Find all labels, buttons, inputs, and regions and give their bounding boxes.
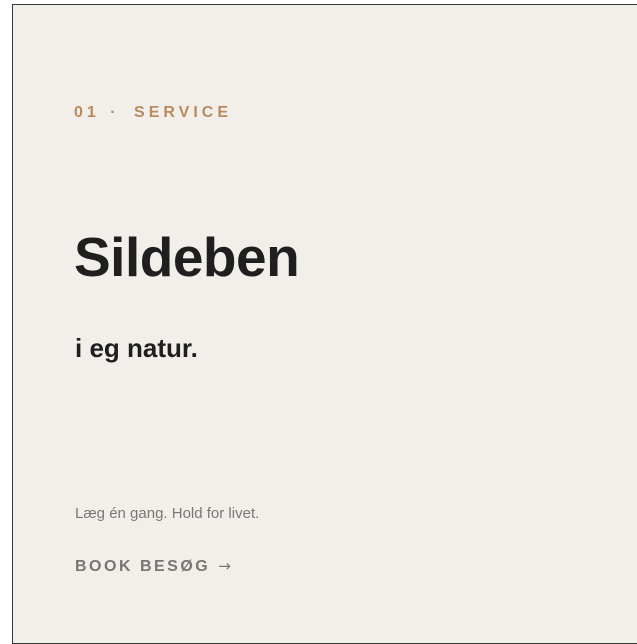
- card-tagline: Læg én gang. Hold for livet.: [75, 505, 260, 522]
- eyebrow-separator: ·: [110, 104, 120, 121]
- card-subtitle: i eg natur.: [75, 333, 198, 363]
- book-visit-link[interactable]: BOOK BESØG →: [75, 557, 231, 576]
- card-title: Sildeben: [74, 226, 300, 288]
- service-label: SERVICE: [134, 104, 232, 121]
- service-number: 01: [74, 104, 100, 121]
- service-card: 01 · SERVICE Sildeben i eg natur. Læg én…: [12, 4, 637, 644]
- arrow-right-icon: →: [218, 557, 231, 575]
- book-visit-label: BOOK BESØG: [75, 558, 211, 575]
- service-eyebrow: 01 · SERVICE: [74, 104, 232, 122]
